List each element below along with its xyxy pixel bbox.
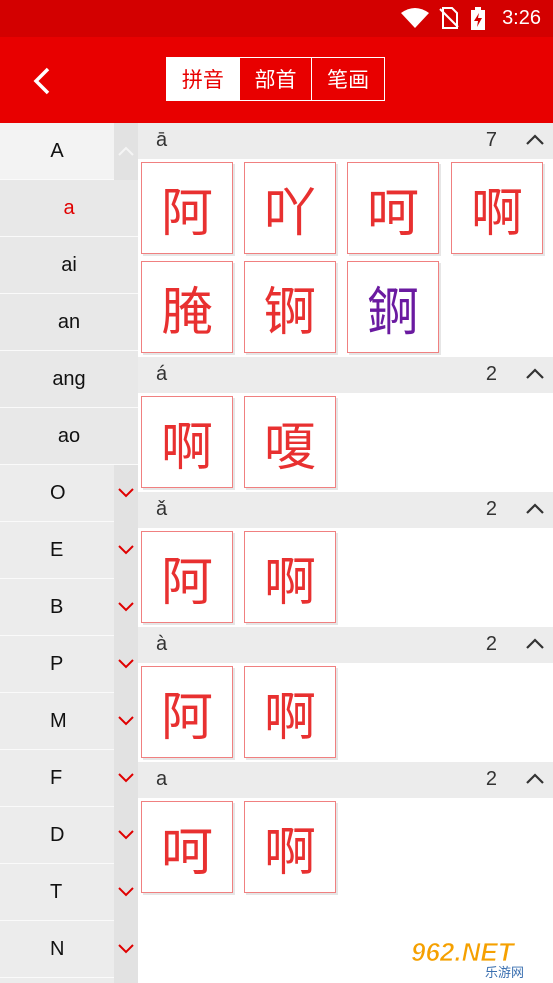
sidebar-item-a[interactable]: a xyxy=(0,180,138,237)
sidebar-letter-a[interactable]: A xyxy=(0,123,114,180)
chevron-up-icon[interactable] xyxy=(117,144,135,158)
char-cell[interactable]: 腌 xyxy=(141,261,233,353)
section-pinyin: a xyxy=(156,768,168,790)
char-cell[interactable]: 呵 xyxy=(141,801,233,893)
collapse-chevron-icon[interactable] xyxy=(525,637,545,651)
chevron-down-icon[interactable] xyxy=(117,486,135,500)
sidebar-item-ao[interactable]: ao xyxy=(0,408,138,465)
tab-stroke[interactable]: 笔画 xyxy=(311,58,384,100)
section-header[interactable]: a 2 xyxy=(138,762,553,798)
collapse-chevron-icon[interactable] xyxy=(525,772,545,786)
tab-radical[interactable]: 部首 xyxy=(238,58,312,100)
char-cell[interactable]: 阿 xyxy=(141,666,233,758)
battery-charging-icon xyxy=(471,7,485,30)
char-cell[interactable]: 吖 xyxy=(244,162,336,254)
sidebar-item-ai[interactable]: ai xyxy=(0,237,138,294)
chevron-down-icon[interactable] xyxy=(117,657,135,671)
section-count: 2 xyxy=(485,363,497,385)
chevron-down-icon[interactable] xyxy=(117,942,135,956)
section-count: 2 xyxy=(485,498,497,520)
wifi-icon xyxy=(401,8,429,28)
back-arrow-icon[interactable] xyxy=(22,61,62,101)
sidebar-letter-e[interactable]: E xyxy=(0,522,114,579)
watermark-text: 962.NET xyxy=(411,937,516,967)
char-cell[interactable]: 啊 xyxy=(141,396,233,488)
chevron-down-icon[interactable] xyxy=(117,543,135,557)
char-cell[interactable]: 啊 xyxy=(244,531,336,623)
char-cell-traditional[interactable]: 錒 xyxy=(347,261,439,353)
section-count: 7 xyxy=(485,129,497,151)
chevron-down-icon[interactable] xyxy=(117,885,135,899)
sidebar-letter-o[interactable]: O xyxy=(0,465,114,522)
watermark-sub: 乐游网 xyxy=(485,966,524,979)
section-pinyin: ā xyxy=(156,129,168,151)
char-cell[interactable]: 锕 xyxy=(244,261,336,353)
app-bar: 拼音 部首 笔画 xyxy=(0,37,553,123)
index-mode-tabs: 拼音 部首 笔画 xyxy=(166,57,385,101)
sidebar-letter-b[interactable]: B xyxy=(0,579,114,636)
sidebar-letter-p[interactable]: P xyxy=(0,636,114,693)
chevron-down-icon[interactable] xyxy=(117,771,135,785)
section-header[interactable]: ǎ 2 xyxy=(138,492,553,528)
chevron-down-icon[interactable] xyxy=(117,828,135,842)
status-bar: 3:26 xyxy=(0,0,553,37)
sidebar-letter-d[interactable]: D xyxy=(0,807,114,864)
char-cell[interactable]: 阿 xyxy=(141,162,233,254)
tab-pinyin[interactable]: 拼音 xyxy=(167,58,239,100)
section-header[interactable]: ā 7 xyxy=(138,123,553,159)
char-cell[interactable]: 嗄 xyxy=(244,396,336,488)
section-count: 2 xyxy=(485,768,497,790)
char-cell[interactable]: 阿 xyxy=(141,531,233,623)
site-watermark-logo: 962.NET 乐游网 xyxy=(411,937,524,979)
pinyin-sidebar: A a ai an ang ao O E B P M F D T N xyxy=(0,123,138,983)
section-pinyin: ǎ xyxy=(156,498,168,520)
chevron-down-icon[interactable] xyxy=(117,600,135,614)
character-list[interactable]: ā 7 阿 吖 呵 啊 腌 锕 錒 á 2 啊 嗄 ǎ 2 阿 啊 à 2 阿 … xyxy=(138,123,553,983)
collapse-chevron-icon[interactable] xyxy=(525,502,545,516)
chevron-down-icon[interactable] xyxy=(117,714,135,728)
collapse-chevron-icon[interactable] xyxy=(525,367,545,381)
section-count: 2 xyxy=(485,633,497,655)
sidebar-letter-m[interactable]: M xyxy=(0,693,114,750)
sidebar-letter-t[interactable]: T xyxy=(0,864,114,921)
section-header[interactable]: à 2 xyxy=(138,627,553,663)
sidebar-item-ang[interactable]: ang xyxy=(0,351,138,408)
section-header[interactable]: á 2 xyxy=(138,357,553,393)
section-pinyin: á xyxy=(156,363,168,385)
char-cell[interactable]: 呵 xyxy=(347,162,439,254)
sidebar-item-an[interactable]: an xyxy=(0,294,138,351)
clock: 3:26 xyxy=(502,7,541,29)
char-cell[interactable]: 啊 xyxy=(451,162,543,254)
char-cell[interactable]: 啊 xyxy=(244,801,336,893)
sidebar-letter-n[interactable]: N xyxy=(0,921,114,978)
collapse-chevron-icon[interactable] xyxy=(525,133,545,147)
no-sim-icon xyxy=(439,7,459,29)
sidebar-letter-f[interactable]: F xyxy=(0,750,114,807)
char-cell[interactable]: 啊 xyxy=(244,666,336,758)
section-pinyin: à xyxy=(156,633,168,655)
